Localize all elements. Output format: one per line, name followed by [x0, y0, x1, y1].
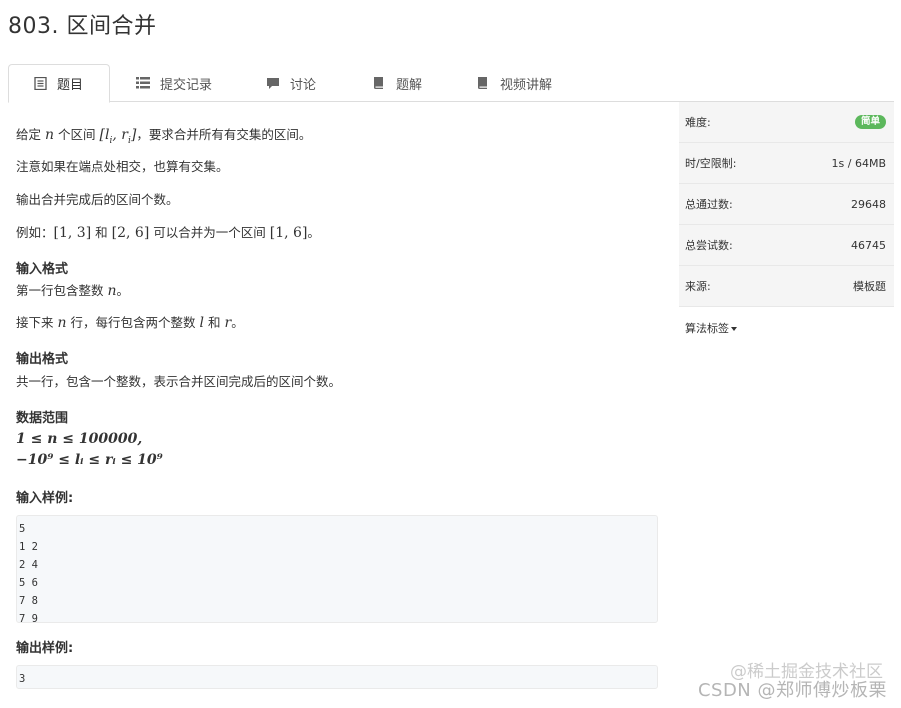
input-format-line-1: 第一行包含整数 n。 [16, 283, 130, 299]
output-format-line: 共一行，包含一个整数，表示合并区间完成后的区间个数。 [16, 374, 342, 389]
caret-down-icon [731, 326, 737, 331]
problem-paragraph-2: 注意如果在端点处相交，也算有交集。 [16, 159, 229, 174]
input-format-line-2: 接下来 n 行，每行包含两个整数 l 和 r。 [16, 315, 244, 331]
list-icon [136, 76, 150, 90]
code-line: 7 8 [19, 595, 38, 607]
tab-bar: 题目 提交记录 讨论 题解 视频讲解 [8, 64, 894, 103]
data-range-line-2: −10⁹ ≤ lᵢ ≤ rᵢ ≤ 10⁹ [16, 452, 163, 468]
accepted-row: 总通过数: 29648 [679, 184, 894, 225]
tab-video[interactable]: 视频讲解 [452, 64, 576, 102]
algorithm-tags-toggle[interactable]: 算法标签 [679, 307, 894, 348]
page-title: 803. 区间合并 [8, 14, 157, 39]
input-format-heading: 输入格式 [16, 262, 69, 277]
difficulty-row: 难度: 简单 [679, 102, 894, 143]
output-format-heading: 输出格式 [16, 352, 69, 367]
code-line: 7 9 [19, 613, 38, 625]
tab-label: 题目 [57, 78, 84, 93]
attempts-row: 总尝试数: 46745 [679, 225, 894, 266]
tab-label: 题解 [396, 77, 423, 93]
tab-label: 讨论 [290, 77, 317, 93]
book-icon [372, 76, 386, 90]
tab-solutions[interactable]: 题解 [348, 64, 446, 102]
problem-paragraph-3: 输出合并完成后的区间个数。 [16, 192, 179, 207]
sample-input-code: 5 1 2 2 4 5 6 7 8 7 9 [16, 515, 658, 625]
difficulty-label: 难度: [685, 116, 711, 129]
code-line: 5 [19, 523, 26, 535]
tab-problem[interactable]: 题目 [8, 64, 110, 103]
sample-input-heading: 输入样例: [16, 491, 74, 506]
watermark-csdn: CSDN @郑师傅炒板栗 [697, 680, 887, 701]
attempts-label: 总尝试数: [685, 239, 733, 252]
source-value[interactable]: 模板题 [853, 278, 886, 294]
comment-icon [266, 76, 280, 90]
limit-label: 时/空限制: [685, 157, 737, 170]
source-row: 来源: 模板题 [679, 266, 894, 307]
accepted-label: 总通过数: [685, 198, 733, 211]
sample-output-heading: 输出样例: [16, 641, 74, 656]
tab-submissions[interactable]: 提交记录 [112, 64, 236, 102]
tab-label: 提交记录 [160, 77, 213, 93]
book-icon [476, 76, 490, 90]
document-icon [33, 77, 47, 91]
code-line: 3 [19, 673, 26, 685]
data-range-line-1: 1 ≤ n ≤ 100000, [16, 431, 143, 447]
attempts-value: 46745 [851, 238, 886, 252]
limit-row: 时/空限制: 1s / 64MB [679, 143, 894, 184]
tab-discussion[interactable]: 讨论 [242, 64, 340, 102]
sample-output-code: 3 [16, 665, 658, 689]
data-range-heading: 数据范围 [16, 411, 69, 426]
problem-info-panel: 难度: 简单 时/空限制: 1s / 64MB 总通过数: 29648 总尝试数… [679, 102, 894, 348]
code-line: 1 2 [19, 541, 38, 553]
tab-label: 视频讲解 [500, 77, 553, 93]
accepted-value: 29648 [851, 197, 886, 211]
problem-example: 例如：[1, 3] 和 [2, 6] 可以合并为一个区间 [1, 6]。 [16, 225, 320, 241]
limit-value: 1s / 64MB [831, 156, 886, 170]
difficulty-badge: 简单 [854, 115, 886, 129]
code-line: 5 6 [19, 577, 38, 589]
source-label: 来源: [685, 280, 711, 293]
problem-paragraph-1: 给定 n 个区间 [li, ri]，要求合并所有有交集的区间。 [16, 127, 312, 146]
code-line: 2 4 [19, 559, 38, 571]
algorithm-tags-label: 算法标签 [685, 321, 729, 335]
